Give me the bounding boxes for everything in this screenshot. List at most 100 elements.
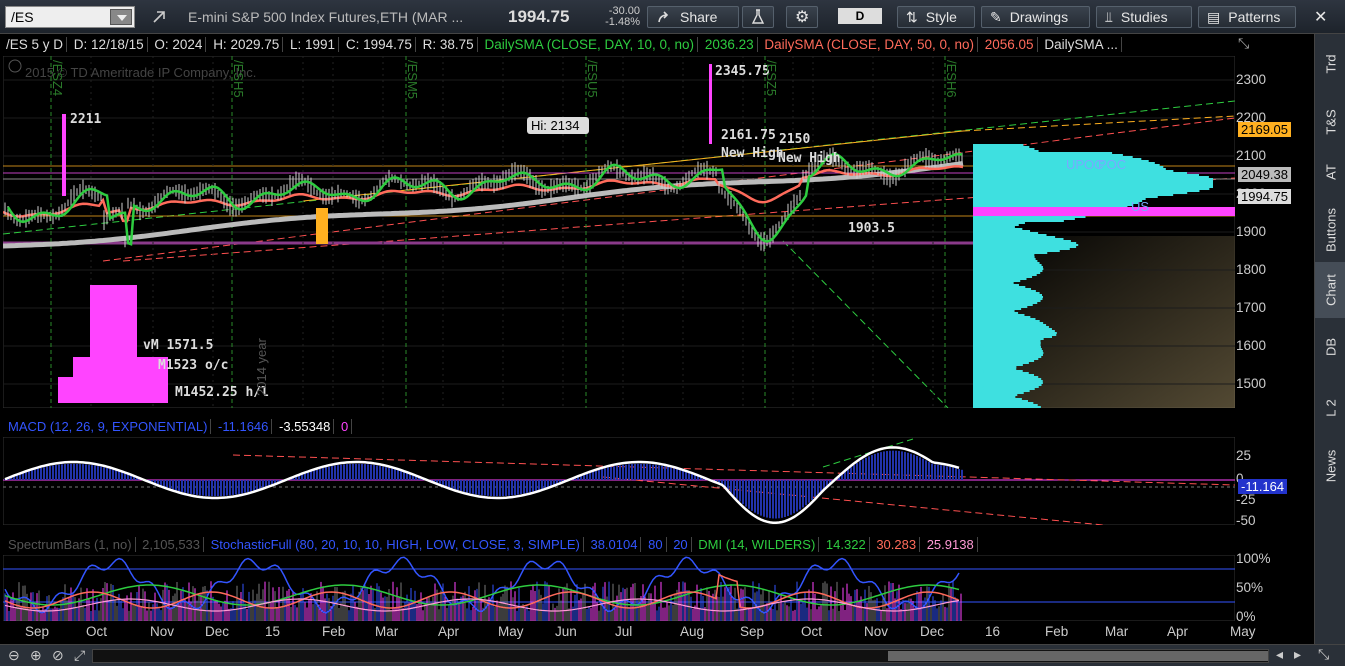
time-tick: Oct bbox=[801, 624, 823, 639]
price-tag-grey: 2049.38 bbox=[1238, 167, 1291, 182]
price-tick: 2100 bbox=[1236, 148, 1267, 163]
time-tick: Jun bbox=[555, 624, 577, 639]
scrollbar-thumb[interactable] bbox=[888, 651, 1268, 661]
percent-change: -1.48% bbox=[605, 16, 640, 28]
spike-2211 bbox=[62, 114, 66, 196]
lower-header: SpectrumBars (1, no) 2,105,533 Stochasti… bbox=[5, 536, 978, 554]
time-tick: Nov bbox=[864, 624, 889, 639]
sidebar-tab-ts[interactable]: T&S bbox=[1315, 94, 1345, 150]
share-button[interactable]: Share bbox=[647, 6, 739, 28]
studies-button[interactable]: ⫫ Studies bbox=[1096, 6, 1192, 28]
contract-label: /ESH6 bbox=[944, 60, 959, 98]
dmi-value-3: 25.9138 bbox=[923, 537, 978, 552]
macd-tick: -50 bbox=[1236, 513, 1256, 528]
collapse-icon[interactable]: ⤡ bbox=[1238, 35, 1249, 52]
annotation-m1523: M1523 o/c bbox=[158, 358, 228, 373]
sma50-label[interactable]: DailySMA (CLOSE, DAY, 50, 0, no) bbox=[761, 37, 978, 52]
spectrum-label[interactable]: SpectrumBars (1, no) bbox=[5, 537, 136, 552]
annotation-2150: 2150 bbox=[779, 132, 810, 147]
time-tick: Mar bbox=[375, 624, 399, 639]
flask-button[interactable] bbox=[742, 6, 774, 28]
macd-value-1: -11.1646 bbox=[215, 419, 273, 434]
macd-label[interactable]: MACD (12, 26, 9, EXPONENTIAL) bbox=[5, 419, 212, 434]
price-change: -30.00 -1.48% bbox=[590, 6, 640, 28]
annotation-new-high-1: New High bbox=[721, 146, 784, 161]
scroll-left-icon[interactable]: ◂ bbox=[1276, 646, 1283, 663]
expand-icon[interactable]: ⤡ bbox=[1318, 646, 1329, 663]
bottom-toolbar: ⊖ ⊕ ⊘ ⤢ ◂ ▸ ⤡ bbox=[0, 644, 1345, 666]
bar-date: D: 12/18/15 bbox=[70, 37, 148, 52]
price-tick: 1700 bbox=[1236, 300, 1267, 315]
link-icon[interactable] bbox=[150, 6, 168, 28]
stochastic-dmi-chart[interactable] bbox=[3, 555, 1235, 621]
dmi-value-2: 30.283 bbox=[873, 537, 921, 552]
patterns-button[interactable]: ▤ Patterns bbox=[1198, 6, 1296, 28]
scroll-right-icon[interactable]: ▸ bbox=[1294, 646, 1301, 663]
bar-high: H: 2029.75 bbox=[210, 37, 284, 52]
style-icon: ⇅ bbox=[906, 8, 918, 25]
flask-icon bbox=[751, 9, 765, 24]
macd-tick: -25 bbox=[1236, 492, 1256, 507]
sidebar-tab-label: Buttons bbox=[1323, 207, 1338, 253]
annotation-us: US bbox=[1131, 199, 1149, 214]
hand-icon[interactable]: ⤢ bbox=[74, 647, 85, 664]
macd-tick: 25 bbox=[1236, 448, 1252, 463]
zoom-in-icon[interactable]: ⊕ bbox=[30, 647, 42, 664]
spectrum-value: 2,105,533 bbox=[139, 537, 205, 552]
lower-tick: 50% bbox=[1236, 580, 1264, 595]
sidebar-tab-label: DB bbox=[1323, 337, 1338, 357]
sma10-label[interactable]: DailySMA (CLOSE, DAY, 10, 0, no) bbox=[481, 37, 699, 52]
sidebar-tab-buttons[interactable]: Buttons bbox=[1315, 202, 1345, 258]
annotation-new-high-2: New High bbox=[778, 151, 841, 166]
macd-chart[interactable] bbox=[3, 437, 1235, 525]
sidebar-tab-l2[interactable]: L 2 bbox=[1315, 380, 1345, 436]
lower-tick: 0% bbox=[1236, 609, 1256, 624]
sidebar-tab-db[interactable]: DB bbox=[1315, 319, 1345, 375]
sidebar-tab-chart[interactable]: Chart bbox=[1315, 262, 1345, 318]
bar-open: O: 2024 bbox=[151, 37, 207, 52]
sma-more-label[interactable]: DailySMA ... bbox=[1041, 37, 1122, 52]
drawings-button[interactable]: ✎ Drawings bbox=[981, 6, 1090, 28]
pencil-icon: ✎ bbox=[990, 8, 1002, 25]
chart-header: /ES 5 y D D: 12/18/15 O: 2024 H: 2029.75… bbox=[3, 35, 1122, 55]
aggregation-selector[interactable]: D bbox=[838, 8, 882, 24]
price-chart[interactable]: 2015 © TD Ameritrade IP Company, Inc. 22… bbox=[3, 56, 1235, 408]
sma10-value: 2036.23 bbox=[701, 37, 758, 52]
us-band bbox=[973, 207, 1235, 216]
zoom-out-icon[interactable]: ⊖ bbox=[8, 647, 20, 664]
bar-range: R: 38.75 bbox=[419, 37, 478, 52]
macd-header: MACD (12, 26, 9, EXPONENTIAL) -11.1646 -… bbox=[5, 418, 353, 436]
contract-label: /ESZ5 bbox=[764, 60, 779, 96]
time-tick: Dec bbox=[205, 624, 230, 639]
time-tick: 16 bbox=[985, 624, 1001, 639]
drawings-label: Drawings bbox=[1009, 9, 1069, 25]
time-tick: May bbox=[1230, 624, 1256, 639]
time-scrollbar[interactable] bbox=[92, 649, 1269, 663]
price-tick: 1500 bbox=[1236, 376, 1267, 391]
contract-label: /ESU5 bbox=[585, 60, 600, 98]
close-icon[interactable]: ✕ bbox=[1314, 6, 1336, 28]
settings-button[interactable]: ⚙ bbox=[786, 6, 818, 28]
last-price: 1994.75 bbox=[508, 7, 570, 26]
orange-highlight-box bbox=[316, 208, 328, 244]
share-label: Share bbox=[680, 9, 718, 25]
annotation-vm: vM 1571.5 bbox=[143, 338, 213, 353]
style-button[interactable]: ⇅ Style bbox=[897, 6, 975, 28]
sidebar-tab-trd[interactable]: Trd bbox=[1315, 36, 1345, 92]
style-label: Style bbox=[925, 9, 957, 25]
zoom-fit-icon[interactable]: ⊘ bbox=[52, 647, 64, 664]
stoch-value-1: 38.0104 bbox=[587, 537, 642, 552]
spike-2345 bbox=[709, 64, 712, 144]
sma50-value: 2056.05 bbox=[981, 37, 1038, 52]
stoch-label[interactable]: StochasticFull (80, 20, 10, 10, HIGH, LO… bbox=[207, 537, 584, 552]
sidebar-tab-at[interactable]: AT bbox=[1315, 144, 1345, 200]
dmi-label[interactable]: DMI (14, WILDERS) bbox=[695, 537, 820, 552]
symbol-selector[interactable]: /ES bbox=[5, 6, 135, 28]
time-tick: Aug bbox=[680, 624, 705, 639]
time-tick: Feb bbox=[322, 624, 346, 639]
sidebar-tab-label: Trd bbox=[1323, 54, 1338, 74]
chevron-down-icon[interactable] bbox=[110, 9, 132, 25]
price-tick: 1600 bbox=[1236, 338, 1267, 353]
sidebar-tab-label: L 2 bbox=[1323, 399, 1338, 417]
sidebar-tab-news[interactable]: News bbox=[1315, 438, 1345, 494]
